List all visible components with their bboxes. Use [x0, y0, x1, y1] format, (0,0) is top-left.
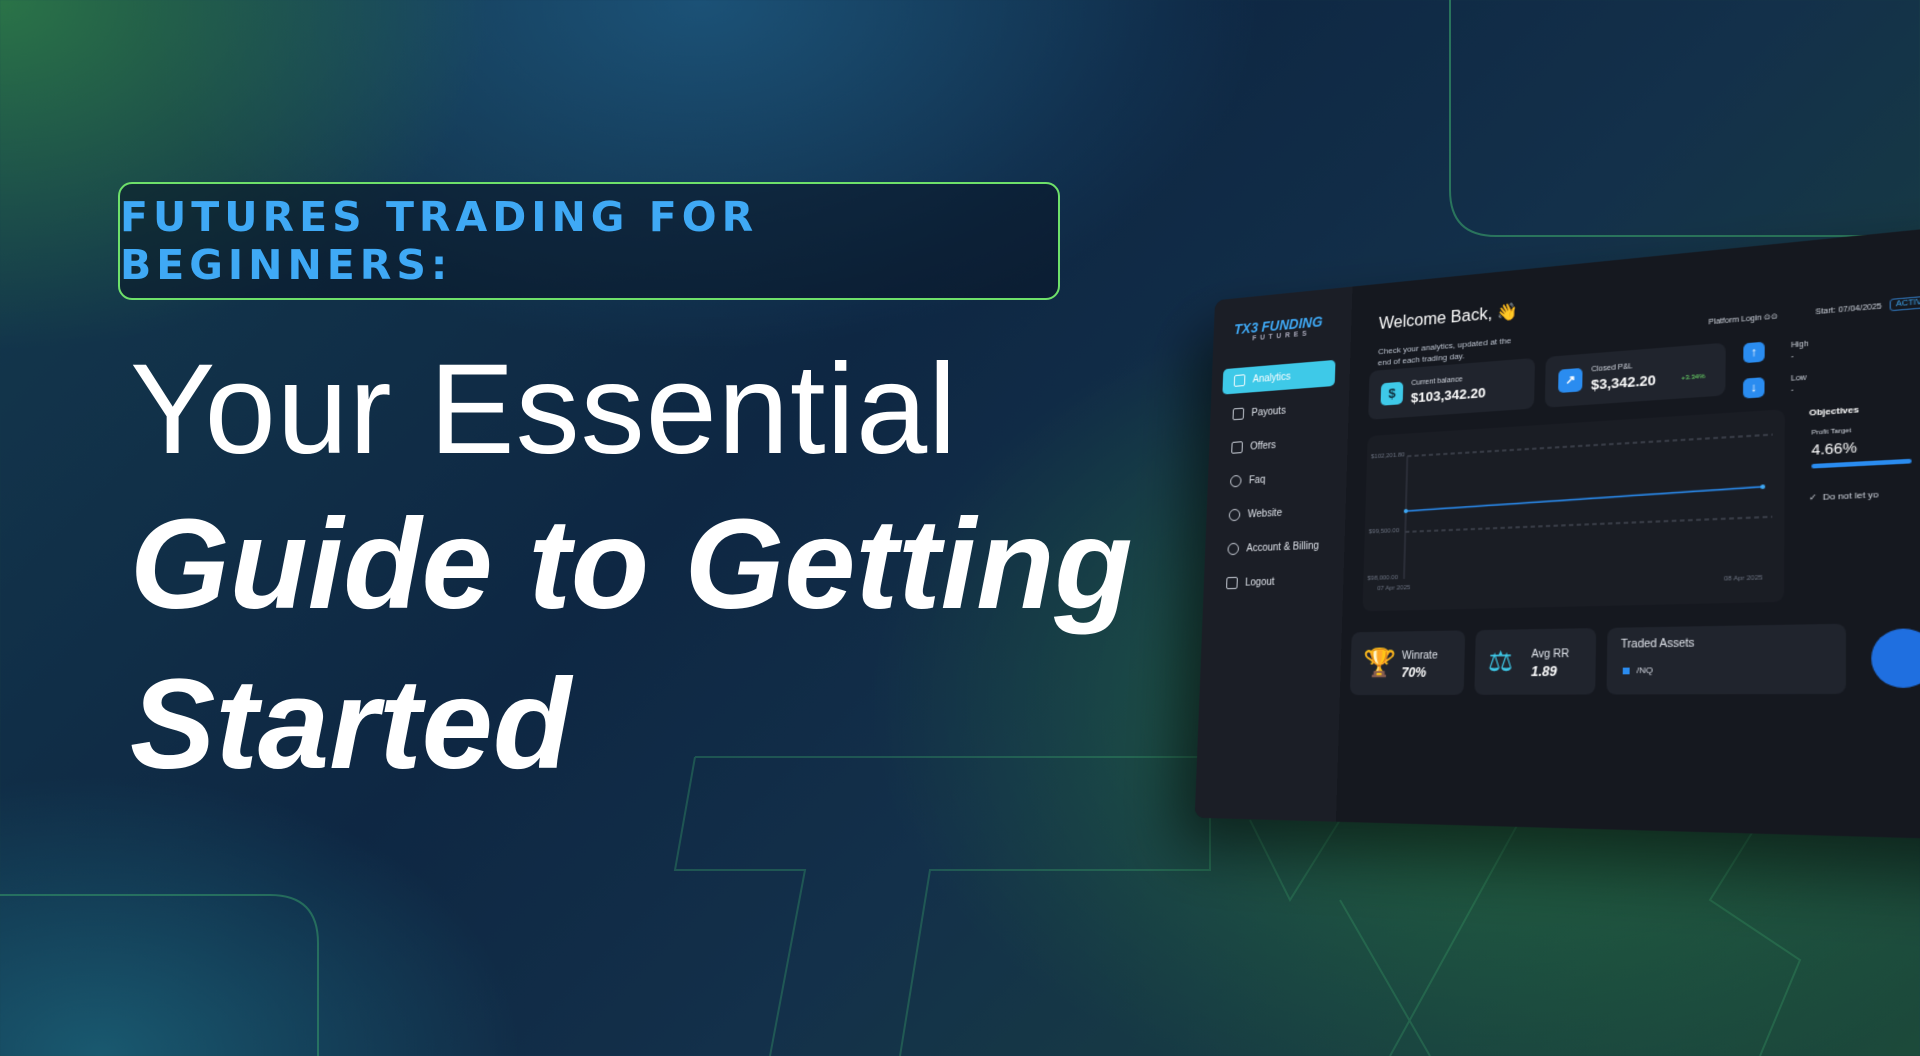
objective-rule: ✓ Do not let yo [1809, 489, 1879, 502]
dashboard-logo: TX3 FUNDING FUTURES [1234, 313, 1323, 344]
balance-chart-plot [1362, 409, 1784, 611]
sidebar-item-logout[interactable]: Logout [1215, 567, 1329, 597]
winrate-card: 🏆 Winrate 70% [1350, 630, 1465, 695]
user-icon [1227, 543, 1239, 555]
wallet-icon [1232, 408, 1244, 421]
question-icon [1230, 475, 1242, 488]
avg-rr-value: 1.89 [1531, 664, 1557, 680]
arrow-up-right-icon: ↗ [1558, 368, 1582, 393]
y-tick-bottom: $98,000.00 [1367, 575, 1398, 582]
sidebar-item-account-billing[interactable]: Account & Billing [1216, 532, 1330, 563]
asset-color-swatch [1623, 668, 1630, 675]
balance-series-line [1406, 487, 1763, 511]
x-tick-end: 08 Apr 2025 [1724, 575, 1763, 583]
arrow-up-icon: ↑ [1743, 342, 1764, 364]
traded-assets-card: Traded Assets /NQ [1606, 624, 1845, 695]
sidebar-item-faq[interactable]: Faq [1218, 463, 1332, 495]
closed-pnl-change: +3.34% [1681, 374, 1705, 382]
avg-rr-card: ⚖ Avg RR 1.89 [1474, 628, 1596, 695]
money-bag-icon: $ [1381, 382, 1404, 406]
chart-icon [1234, 374, 1246, 387]
balance-chart: $102,201.80 $99,500.00 $98,000.00 07 Apr… [1362, 409, 1784, 611]
globe-icon [1229, 509, 1241, 521]
scale-icon: ⚖ [1488, 645, 1514, 679]
traded-asset: /NQ [1636, 665, 1653, 675]
dashboard-mockup: TX3 FUNDING FUTURES Analytics Payouts Of… [1205, 295, 1920, 855]
sidebar-item-analytics[interactable]: Analytics [1222, 360, 1335, 395]
dashboard-main: Welcome Back, 👋 Check your analytics, up… [1336, 216, 1920, 843]
dashboard-window: TX3 FUNDING FUTURES Analytics Payouts Of… [1195, 216, 1920, 843]
profit-target-bar [1811, 459, 1911, 469]
headline-line-3: Started [130, 645, 1133, 805]
sidebar-item-payouts[interactable]: Payouts [1221, 394, 1334, 428]
sidebar-item-offers[interactable]: Offers [1220, 428, 1334, 461]
current-balance-value: $103,342.20 [1411, 385, 1486, 406]
winrate-value: 70% [1401, 665, 1426, 680]
headline: Your Essential Guide to Getting Started [130, 335, 1133, 805]
closed-pnl-card: ↗ Closed P&L $3,342.20 +3.34% [1545, 343, 1726, 408]
profit-target-value: 4.66% [1811, 439, 1857, 459]
sidebar-item-website[interactable]: Website [1217, 497, 1331, 528]
headline-line-1: Your Essential [130, 335, 1133, 485]
chart-point-start [1404, 509, 1408, 513]
eyebrow-badge: FUTURES TRADING FOR BEGINNERS: [118, 182, 1060, 300]
dashboard-sidebar: TX3 FUNDING FUTURES Analytics Payouts Of… [1195, 287, 1353, 822]
chart-point-end [1760, 484, 1765, 489]
arrow-down-icon: ↓ [1743, 377, 1765, 398]
ticket-icon [1231, 441, 1243, 454]
x-tick-start: 07 Apr 2025 [1377, 585, 1410, 592]
assets-donut [1871, 628, 1920, 688]
start-date: Start: 07/04/2025 [1815, 303, 1881, 316]
trophy-icon: 🏆 [1362, 646, 1396, 679]
status-badge: ACTIVE [1890, 295, 1920, 311]
y-tick-mid: $99,500.00 [1369, 528, 1400, 535]
objectives-title: Objectives [1809, 404, 1859, 417]
welcome-heading: Welcome Back, 👋 [1379, 301, 1519, 334]
logout-icon [1226, 577, 1238, 589]
closed-pnl-value: $3,342.20 [1591, 372, 1656, 393]
platform-login-link[interactable]: Platform Login ⊙⊙ [1708, 312, 1777, 327]
headline-line-2: Guide to Getting [130, 485, 1133, 645]
eyebrow-text: FUTURES TRADING FOR BEGINNERS: [120, 193, 1058, 289]
